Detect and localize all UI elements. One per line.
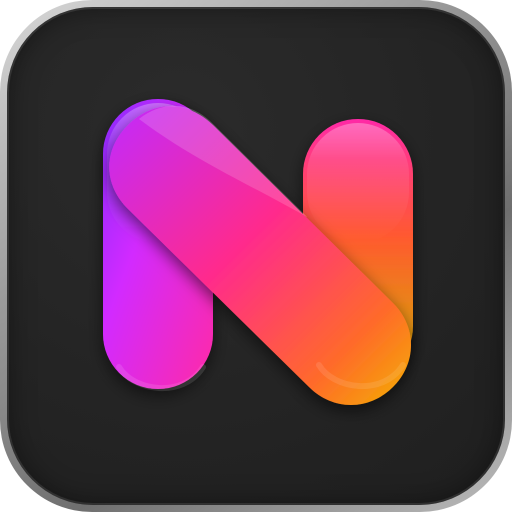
app-icon-body: [7, 7, 505, 505]
app-icon-canvas: [0, 0, 512, 512]
app-icon-frame: [0, 0, 512, 512]
n-letter-logo-icon: [103, 99, 413, 405]
